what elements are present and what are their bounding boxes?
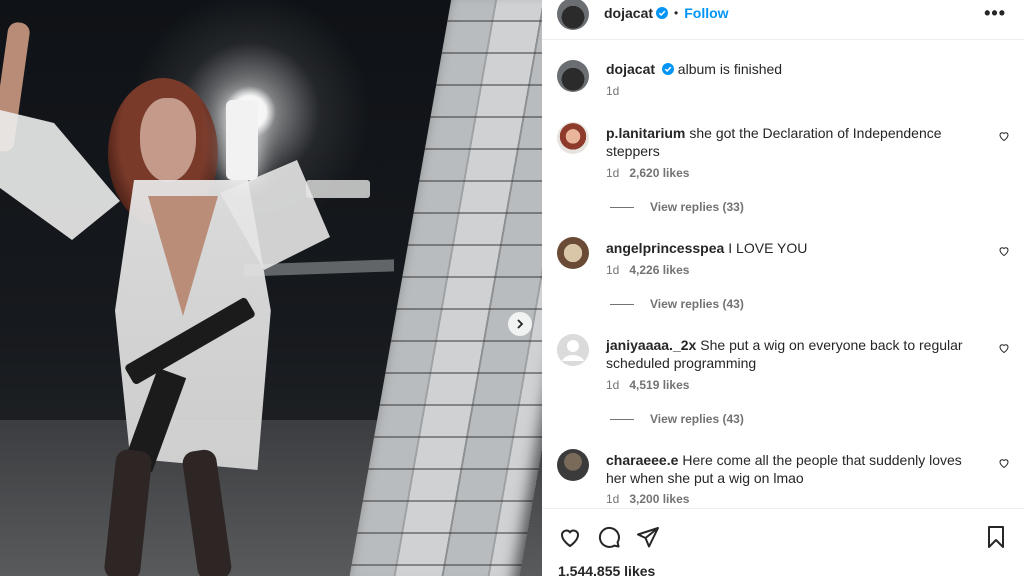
caption-username[interactable]: dojacat [606, 61, 655, 77]
heart-icon[interactable] [998, 130, 1010, 142]
view-replies-button[interactable]: View replies (43) [610, 297, 744, 311]
heart-icon[interactable] [558, 525, 582, 549]
more-options-icon[interactable]: ••• [984, 3, 1006, 24]
follow-button[interactable]: Follow [684, 5, 728, 21]
commenter-avatar[interactable] [557, 334, 589, 366]
bookmark-icon[interactable] [984, 525, 1008, 549]
commenter-username[interactable]: angelprincesspea [606, 240, 724, 256]
author-avatar[interactable] [557, 0, 589, 30]
chevron-right-icon[interactable] [508, 312, 532, 336]
default-avatar-icon [557, 334, 589, 366]
instagram-post-viewer: dojacat • Follow ••• dojacat album is fi… [0, 0, 1024, 576]
phone-flash [226, 100, 258, 180]
comment-timestamp: 1d [606, 492, 620, 506]
comment-likes[interactable]: 2,620 likes [629, 166, 689, 180]
comment-likes[interactable]: 4,226 likes [629, 263, 689, 277]
separator-dot: • [674, 6, 679, 20]
comment-timestamp: 1d [606, 378, 620, 392]
author-username[interactable]: dojacat [604, 5, 653, 21]
comment-likes[interactable]: 4,519 likes [629, 378, 689, 392]
comment-icon[interactable] [597, 525, 621, 549]
post-likes-count[interactable]: 1,544,855 likes [558, 563, 655, 576]
caption-text: album is finished [677, 61, 783, 77]
heart-icon[interactable] [998, 342, 1010, 354]
comment-timestamp: 1d [606, 166, 620, 180]
post-actions-bar: 1,544,855 likes [542, 508, 1024, 576]
commenter-avatar[interactable] [557, 122, 589, 154]
post-side-panel: dojacat • Follow ••• dojacat album is fi… [542, 0, 1024, 576]
view-replies-button[interactable]: View replies (33) [610, 200, 744, 214]
comment-text: I LOVE YOU [728, 240, 808, 256]
caption-avatar[interactable] [557, 60, 589, 92]
person-figure [0, 0, 400, 576]
post-header: dojacat • Follow ••• [542, 0, 1024, 40]
verified-badge-icon [661, 63, 674, 75]
post-image[interactable] [0, 0, 542, 576]
commenter-avatar[interactable] [557, 237, 589, 269]
commenter-avatar[interactable] [557, 449, 589, 481]
comment-likes[interactable]: 3,200 likes [629, 492, 689, 506]
commenter-username[interactable]: charaeee.e [606, 452, 678, 468]
paper-plane-icon[interactable] [636, 525, 660, 549]
view-replies-button[interactable]: View replies (43) [610, 412, 744, 426]
heart-icon[interactable] [998, 457, 1010, 469]
comment-timestamp: 1d [606, 263, 620, 277]
caption-timestamp: 1d [606, 84, 620, 98]
commenter-username[interactable]: p.lanitarium [606, 125, 685, 141]
commenter-username[interactable]: janiyaaaa._2x [606, 337, 696, 353]
heart-icon[interactable] [998, 245, 1010, 257]
verified-badge-icon [656, 7, 669, 19]
